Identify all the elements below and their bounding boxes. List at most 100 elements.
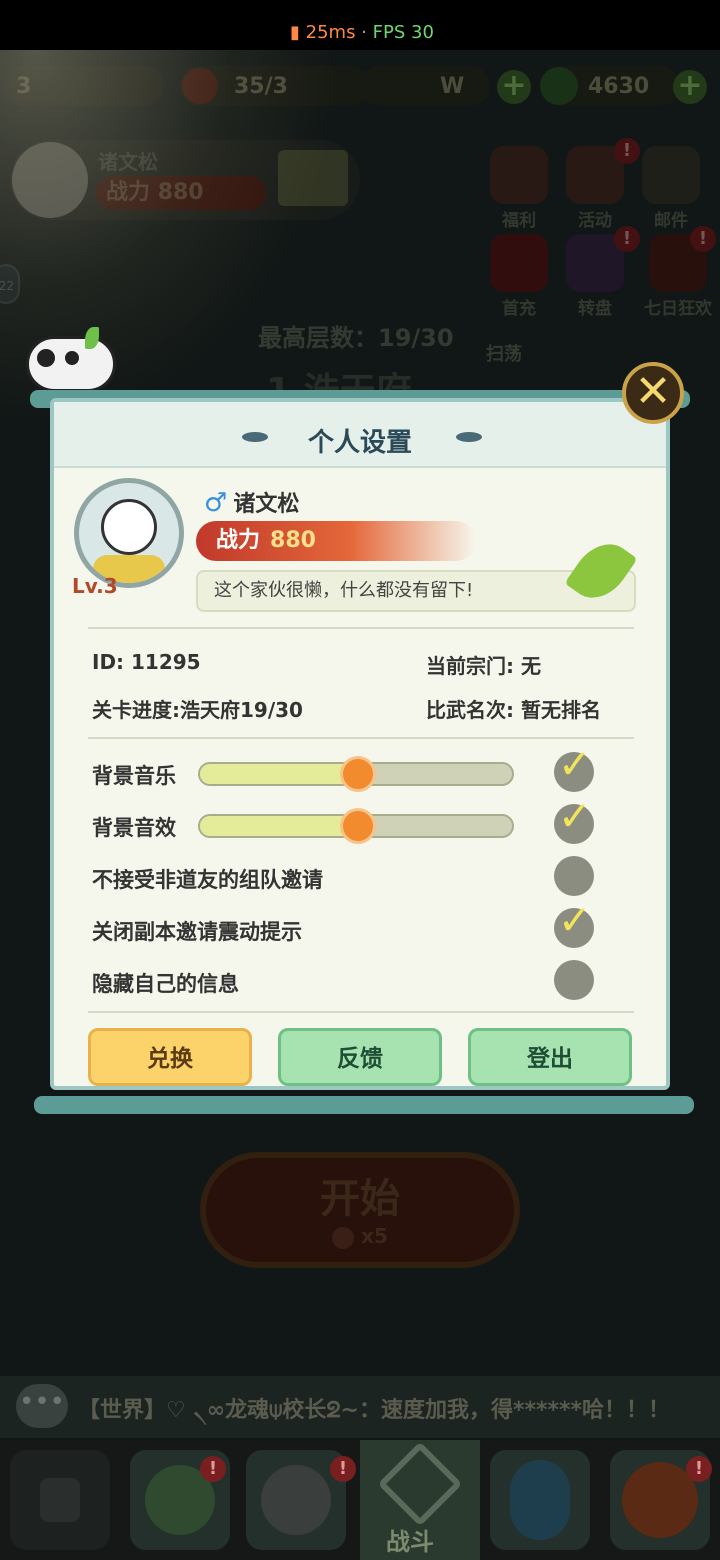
- slider-fill: [200, 816, 358, 836]
- wheel-label: 转盘: [578, 299, 612, 319]
- tab-shop-alert-icon: !: [686, 1456, 712, 1482]
- perf-overlay: ▮ 25ms · FPS 30: [290, 22, 434, 43]
- tab-locked[interactable]: [10, 1450, 110, 1550]
- sfx-volume-slider[interactable]: [198, 808, 514, 844]
- panda-eye: [65, 351, 79, 365]
- progress-label: 关卡进度:: [92, 698, 180, 722]
- power-value: 880: [270, 528, 316, 553]
- rank-value: 暂无排名: [520, 698, 601, 722]
- rank-label: 比武名次:: [426, 698, 514, 722]
- welfare-icon: [490, 146, 548, 204]
- sect-value: 无: [520, 654, 541, 678]
- slider-knob[interactable]: [340, 756, 376, 792]
- profile-name-text: 诸文松: [233, 492, 300, 517]
- fps-value: FPS 30: [372, 22, 434, 43]
- jade-value: 4630: [588, 73, 650, 99]
- scroll-rod-bottom: [34, 1096, 694, 1114]
- team-invite-toggle[interactable]: ✓: [554, 856, 594, 896]
- logout-button[interactable]: 登出: [468, 1028, 632, 1086]
- max-floor-value: 19/30: [378, 324, 454, 352]
- perf-separator: ·: [361, 22, 367, 43]
- jade-pill: 4630: [540, 66, 680, 106]
- tab-pet-alert-icon: !: [200, 1456, 226, 1482]
- dialog-title: 个人设置: [307, 428, 412, 458]
- profile-name: ♂ 诸文松: [204, 486, 299, 518]
- stamina-value: 35/3: [234, 73, 288, 99]
- stage-progress: 关卡进度:浩天府19/30: [92, 694, 303, 723]
- tab-battle-label: 战斗: [386, 1528, 434, 1556]
- add-jade-button[interactable]: +: [673, 70, 707, 104]
- chat-message: 【世界】♡ ৲∞龙魂⍦校长ᘖ~：速度加我，得******哈！！！: [78, 1398, 671, 1423]
- mail-button[interactable]: 邮件: [636, 146, 706, 231]
- first-recharge-label: 首充: [502, 299, 536, 319]
- jade-icon: [540, 67, 578, 105]
- panda-eye: [37, 349, 55, 367]
- welfare-label: 福利: [502, 211, 536, 231]
- sect-label: 当前宗门:: [426, 654, 514, 678]
- divider: [88, 627, 634, 629]
- ping-value: 25ms: [305, 22, 356, 43]
- setting-label-sfx: 背景音效: [92, 816, 176, 840]
- avatar[interactable]: [74, 478, 184, 588]
- vibration-toggle[interactable]: ✓: [554, 898, 594, 948]
- start-label: 开始: [320, 1176, 400, 1222]
- welfare-button[interactable]: 福利: [484, 146, 554, 231]
- check-icon: ✓: [558, 794, 592, 840]
- power-label: 战力: [216, 528, 261, 553]
- redeem-button[interactable]: 兑换: [88, 1028, 252, 1086]
- player-power-label: 战力: [106, 180, 151, 205]
- sect: 当前宗门: 无: [426, 650, 541, 679]
- setting-label-music: 背景音乐: [92, 764, 176, 788]
- seven-day-alert-icon: !: [690, 226, 716, 252]
- bamboo-leaf: [85, 327, 99, 349]
- divider: [88, 1011, 634, 1013]
- setting-label-team-invite: 不接受非道友的组队邀请: [92, 868, 323, 892]
- player-power: 战力 880: [96, 176, 266, 210]
- sfx-toggle[interactable]: ✓: [554, 794, 594, 844]
- id-label: ID:: [92, 650, 125, 674]
- coin-pill: W: [360, 66, 490, 106]
- level-pill: 3: [4, 66, 164, 106]
- mail-icon: [642, 146, 700, 204]
- start-cost-value: x5: [361, 1224, 388, 1248]
- id-value: 11295: [131, 650, 201, 674]
- side-badge[interactable]: 22: [0, 264, 20, 304]
- first-recharge-button[interactable]: 首充: [484, 234, 554, 319]
- panda-face-icon: [101, 499, 157, 555]
- tab-gourd[interactable]: [490, 1450, 590, 1550]
- progress-value: 浩天府19/30: [180, 698, 303, 722]
- feedback-button[interactable]: 反馈: [278, 1028, 442, 1086]
- player-card-bg[interactable]: 诸文松 战力 880: [10, 140, 360, 220]
- slider-knob[interactable]: [340, 808, 376, 844]
- level-value: 3: [16, 73, 32, 99]
- stamina-pill: 35/3: [180, 66, 370, 106]
- player-id: ID: 11295: [92, 650, 201, 674]
- power-banner: 战力 880: [196, 521, 476, 561]
- music-toggle[interactable]: ✓: [554, 742, 594, 792]
- scroll-icon: [278, 150, 348, 206]
- slider-fill: [200, 764, 358, 784]
- panda-mascot-icon: [26, 327, 116, 392]
- player-power-value: 880: [157, 180, 204, 205]
- tab-character-alert-icon: !: [330, 1456, 356, 1482]
- arena-rank: 比武名次: 暂无排名: [426, 694, 601, 723]
- setting-label-vibration: 关闭副本邀请震动提示: [92, 920, 302, 944]
- add-coin-button[interactable]: +: [497, 70, 531, 104]
- panda-hat-icon: [261, 1465, 331, 1535]
- male-icon: ♂: [204, 488, 228, 518]
- start-cost: x5: [206, 1224, 514, 1249]
- lock-icon: [40, 1478, 80, 1522]
- coin-value: W: [440, 73, 465, 99]
- player-name: 诸文松: [98, 150, 158, 174]
- panda-avatar-icon: [12, 142, 88, 218]
- start-button[interactable]: 开始 x5: [200, 1152, 520, 1268]
- first-recharge-icon: [490, 234, 548, 292]
- sweep-button[interactable]: 扫荡: [486, 340, 522, 366]
- hide-info-toggle[interactable]: ✓: [554, 960, 594, 1000]
- level-badge: Lv.3: [72, 574, 118, 598]
- music-volume-slider[interactable]: [198, 756, 514, 792]
- fish-ornament-icon: [456, 432, 482, 442]
- chat-icon[interactable]: •••: [16, 1384, 68, 1428]
- close-button[interactable]: ✕: [622, 362, 684, 424]
- check-icon: ✓: [558, 898, 592, 944]
